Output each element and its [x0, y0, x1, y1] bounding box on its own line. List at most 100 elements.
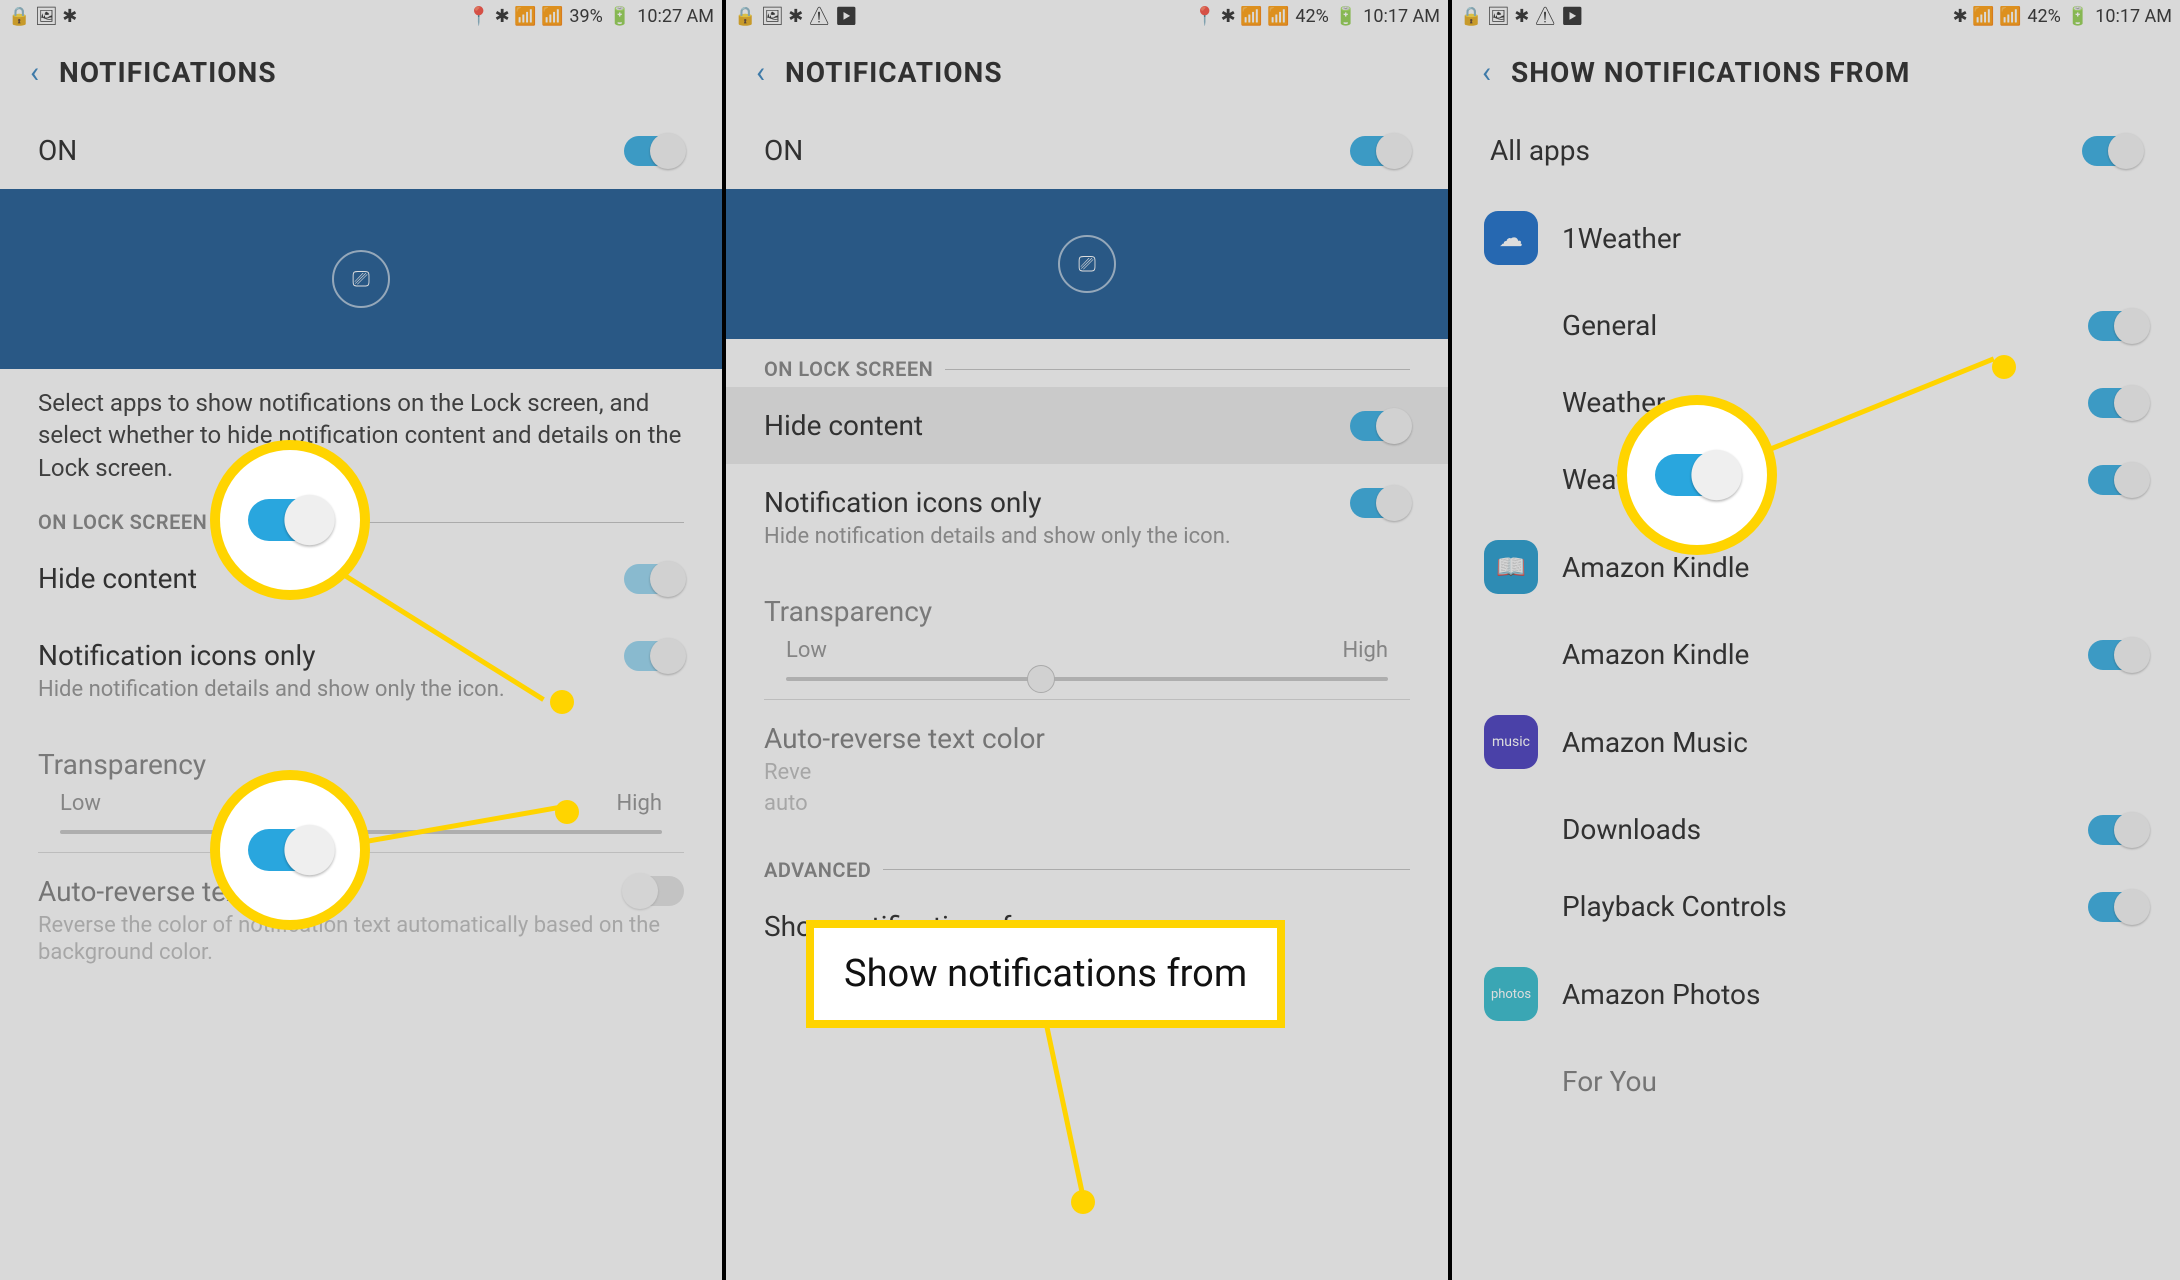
back-button[interactable]: ‹: [756, 55, 765, 90]
battery-pct: 42%: [1295, 6, 1328, 27]
screen-description: Select apps to show notifications on the…: [0, 369, 722, 492]
status-left-icons: 🔒 🖼 ✱: [8, 6, 77, 27]
section-advanced: ADVANCED: [726, 840, 1448, 888]
phone-notifications-1: 🔒 🖼 ✱ 📍 ✱ 📶 📶 39% 🔋 10:27 AM ‹ NOTIFICAT…: [0, 0, 726, 1280]
clock: 10:27 AM: [637, 6, 714, 27]
on-label: ON: [38, 134, 77, 167]
status-bar: 🔒 🖼 ✱ 📍 ✱ 📶 📶 39% 🔋 10:27 AM: [0, 0, 722, 32]
app-row-kindle[interactable]: 📖 Amazon Kindle: [1452, 518, 2180, 616]
callout-toggle-zoom-1: [210, 440, 370, 600]
page-title: SHOW NOTIFICATIONS FROM: [1511, 56, 1910, 89]
hero-settings-icon: ⎚: [332, 250, 390, 308]
slider-thumb[interactable]: [1027, 665, 1055, 693]
app-header: ‹ NOTIFICATIONS: [726, 32, 1448, 112]
icons-only-subtext: Hide notification details and show only …: [764, 523, 1410, 551]
status-bar: 🔒 🖼 ✱ ⚠ ▶ 📍 ✱ 📶 📶 42% 🔋 10:17 AM: [726, 0, 1448, 32]
battery-pct: 39%: [569, 6, 602, 27]
channel-general[interactable]: General: [1452, 287, 2180, 364]
phone-notifications-2: 🔒 🖼 ✱ ⚠ ▶ 📍 ✱ 📶 📶 42% 🔋 10:17 AM ‹ NOTIF…: [726, 0, 1452, 1280]
transparency-slider[interactable]: Low High: [726, 634, 1448, 699]
icons-only-toggle[interactable]: [1350, 488, 1410, 518]
icons-only-label: Notification icons only: [38, 639, 315, 672]
status-right-icons: 📍 ✱ 📶 📶: [1194, 6, 1290, 27]
hide-content-label: Hide content: [38, 562, 197, 595]
app-icon-1weather: ☁: [1484, 211, 1538, 265]
app-row-photos[interactable]: photos Amazon Photos: [1452, 945, 2180, 1043]
page-title: NOTIFICATIONS: [785, 56, 1003, 89]
channel-weather-toggle[interactable]: [2088, 388, 2148, 418]
battery-icon: 🔋: [2067, 6, 2089, 27]
zoom-toggle-icon: [248, 499, 332, 541]
app-header: ‹ SHOW NOTIFICATIONS FROM: [1452, 32, 2180, 112]
channel-playback-toggle[interactable]: [2088, 892, 2148, 922]
all-apps-toggle[interactable]: [2082, 136, 2142, 166]
transparency-header: Transparency: [726, 573, 1448, 634]
channel-downloads[interactable]: Downloads: [1452, 791, 2180, 868]
callout-dot-2: [555, 800, 579, 824]
app-row-1weather[interactable]: ☁ 1Weather: [1452, 189, 2180, 287]
all-apps-label: All apps: [1490, 134, 1590, 167]
app-icon-photos: photos: [1484, 967, 1538, 1021]
status-bar: 🔒 🖼 ✱ ⚠ ▶ ✱ 📶 📶 42% 🔋 10:17 AM: [1452, 0, 2180, 32]
callout-toggle-zoom-2: [210, 770, 370, 930]
status-right-icons: 📍 ✱ 📶 📶: [468, 6, 564, 27]
callout-box-show-from: Show notifications from: [806, 920, 1285, 1028]
auto-reverse-label: Auto-reverse text color: [764, 722, 1045, 755]
clock: 10:17 AM: [2095, 6, 2172, 27]
channel-for-you[interactable]: For You: [1452, 1043, 2180, 1120]
channel-general-toggle[interactable]: [2088, 311, 2148, 341]
auto-reverse-subtext: Reverse the color of notification text a…: [38, 912, 684, 967]
battery-icon: 🔋: [1335, 6, 1357, 27]
back-button[interactable]: ‹: [30, 55, 39, 90]
icons-only-toggle[interactable]: [624, 641, 684, 671]
zoom-toggle-icon-3: [1655, 454, 1739, 496]
status-left-icons: 🔒 🖼 ✱ ⚠ ▶: [1460, 6, 1584, 27]
channel-weather-tips[interactable]: Weather Tips: [1452, 441, 2180, 518]
page-title: NOTIFICATIONS: [59, 56, 277, 89]
auto-reverse-toggle: [624, 876, 684, 906]
master-toggle-row[interactable]: ON: [726, 112, 1448, 189]
transparency-header: Transparency: [0, 726, 722, 787]
hide-content-row[interactable]: Hide content: [726, 387, 1448, 464]
status-right-icons: ✱ 📶 📶: [1953, 6, 2022, 27]
hero-banner: ⎚: [0, 189, 722, 369]
battery-pct: 42%: [2027, 6, 2060, 27]
icons-only-subtext: Hide notification details and show only …: [38, 676, 684, 704]
hide-content-toggle[interactable]: [624, 564, 684, 594]
section-on-lock-screen: ON LOCK SCREEN: [726, 339, 1448, 387]
master-toggle-row[interactable]: ON: [0, 112, 722, 189]
on-label: ON: [764, 134, 803, 167]
icons-only-label: Notification icons only: [764, 486, 1041, 519]
channel-downloads-toggle[interactable]: [2088, 815, 2148, 845]
hide-content-label: Hide content: [764, 409, 923, 442]
app-icon-music: music: [1484, 715, 1538, 769]
callout-line-3: [1044, 1022, 1086, 1199]
slider-track[interactable]: [786, 677, 1388, 681]
app-header: ‹ NOTIFICATIONS: [0, 32, 722, 112]
master-toggle[interactable]: [624, 136, 684, 166]
channel-kindle-toggle[interactable]: [2088, 640, 2148, 670]
icons-only-row[interactable]: Notification icons only Hide notificatio…: [0, 617, 722, 726]
channel-kindle[interactable]: Amazon Kindle: [1452, 616, 2180, 693]
callout-dot-1: [550, 690, 574, 714]
app-icon-kindle: 📖: [1484, 540, 1538, 594]
status-left-icons: 🔒 🖼 ✱ ⚠ ▶: [734, 6, 858, 27]
phone-show-notifications-from: 🔒 🖼 ✱ ⚠ ▶ ✱ 📶 📶 42% 🔋 10:17 AM ‹ SHOW NO…: [1452, 0, 2180, 1280]
battery-icon: 🔋: [609, 6, 631, 27]
callout-dot-3: [1071, 1190, 1095, 1214]
zoom-toggle-icon-2: [248, 829, 332, 871]
callout-dot-4: [1992, 355, 2016, 379]
master-toggle[interactable]: [1350, 136, 1410, 166]
channel-weather-tips-toggle[interactable]: [2088, 465, 2148, 495]
icons-only-row[interactable]: Notification icons only Hide notificatio…: [726, 464, 1448, 573]
clock: 10:17 AM: [1363, 6, 1440, 27]
hero-settings-icon: ⎚: [1058, 235, 1116, 293]
back-button[interactable]: ‹: [1482, 55, 1491, 90]
app-row-music[interactable]: music Amazon Music: [1452, 693, 2180, 791]
hide-content-toggle[interactable]: [1350, 411, 1410, 441]
callout-toggle-zoom-3: [1617, 395, 1777, 555]
hero-banner: ⎚: [726, 189, 1448, 339]
channel-playback[interactable]: Playback Controls: [1452, 868, 2180, 945]
auto-reverse-row: Auto-reverse text color Reve auto: [726, 700, 1448, 840]
all-apps-row[interactable]: All apps: [1452, 112, 2180, 189]
